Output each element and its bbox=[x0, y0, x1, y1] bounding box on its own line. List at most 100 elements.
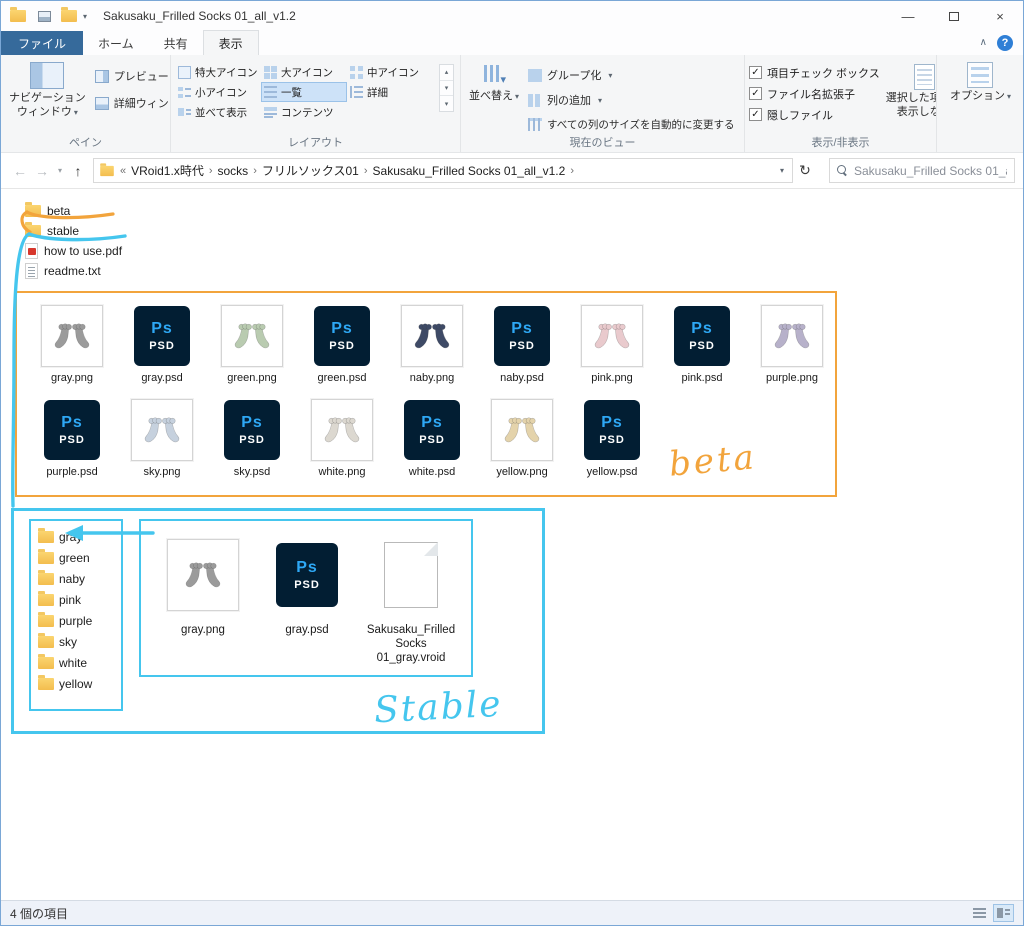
small-icons-icon bbox=[178, 86, 191, 99]
gallery-more-icon[interactable]: ▾ bbox=[440, 96, 453, 111]
file-name: yellow.png bbox=[496, 466, 547, 479]
details-pane-button[interactable]: 詳細ウィンドウ bbox=[92, 94, 171, 112]
photoshop-psd-glyph: PSD bbox=[419, 434, 445, 446]
file-tile[interactable]: naby.png bbox=[387, 303, 477, 385]
file-name: Sakusaku_Frilled Socks 01_gray.vroid bbox=[361, 623, 461, 665]
file-name: pink.png bbox=[591, 372, 633, 385]
gallery-scroll-up-icon[interactable]: ▴ bbox=[440, 65, 453, 81]
sort-by-button[interactable]: 並べ替え▾ bbox=[465, 60, 523, 133]
minimize-button[interactable]: — bbox=[885, 1, 931, 31]
forward-button[interactable]: → bbox=[31, 163, 53, 179]
layout-content[interactable]: コンテンツ bbox=[261, 102, 347, 122]
breadcrumb-chevron-icon[interactable]: › bbox=[359, 165, 373, 177]
hidden-items-checkbox[interactable]: ✓隠しファイル bbox=[749, 106, 880, 123]
file-tile[interactable]: PsPSDgray.psd bbox=[117, 303, 207, 385]
file-tile[interactable]: PsPSDgray.psd bbox=[255, 529, 359, 675]
file-tile[interactable]: gray.png bbox=[151, 529, 255, 675]
file-list-item[interactable]: stable bbox=[25, 221, 122, 241]
breadcrumb-item[interactable]: socks bbox=[218, 164, 249, 178]
file-list-item[interactable]: how to use.pdf bbox=[25, 241, 122, 261]
file-list-item[interactable]: readme.txt bbox=[25, 261, 122, 281]
folder-list-item[interactable]: sky bbox=[38, 631, 121, 652]
folder-list-item[interactable]: naby bbox=[38, 568, 121, 589]
file-tile[interactable]: PsPSDwhite.psd bbox=[387, 397, 477, 479]
details-view-toggle[interactable] bbox=[969, 904, 990, 922]
qat-icon-1[interactable] bbox=[38, 11, 51, 22]
layout-extra-large-icons[interactable]: 特大アイコン bbox=[175, 62, 261, 82]
photoshop-ps-glyph: Ps bbox=[601, 414, 623, 432]
folder-list-item[interactable]: green bbox=[38, 547, 121, 568]
group-by-button[interactable]: グループ化▾ bbox=[525, 66, 738, 84]
file-tile[interactable]: PsPSDpurple.psd bbox=[27, 397, 117, 479]
png-thumbnail bbox=[167, 539, 239, 611]
options-button[interactable]: オプション▾ bbox=[946, 60, 1015, 106]
folder-list-item[interactable]: gray bbox=[38, 526, 121, 547]
ribbon-tab-bar: ファイル ホーム 共有 表示 ∧ ? bbox=[1, 31, 1023, 55]
file-name: gray.png bbox=[51, 372, 93, 385]
size-all-columns-button[interactable]: すべての列のサイズを自動的に変更する bbox=[525, 116, 738, 133]
folder-icon bbox=[25, 205, 41, 217]
layout-list[interactable]: 一覧 bbox=[261, 82, 347, 102]
ribbon-collapse-icon[interactable]: ∧ bbox=[980, 37, 987, 48]
file-tile[interactable]: sky.png bbox=[117, 397, 207, 479]
file-tile[interactable]: PsPSDpink.psd bbox=[657, 303, 747, 385]
file-tile[interactable]: purple.png bbox=[747, 303, 837, 385]
tab-share[interactable]: 共有 bbox=[149, 31, 203, 55]
breadcrumb-chevron-icon[interactable]: › bbox=[565, 165, 579, 177]
tab-view[interactable]: 表示 bbox=[203, 30, 259, 55]
search-box[interactable]: Sakusaku_Frilled Socks 01_all... bbox=[829, 158, 1015, 183]
layout-small-icons[interactable]: 小アイコン bbox=[175, 82, 261, 102]
item-check-boxes-checkbox[interactable]: ✓項目チェック ボックス bbox=[749, 64, 880, 81]
file-name: yellow.psd bbox=[587, 466, 638, 479]
file-name-extensions-checkbox[interactable]: ✓ファイル名拡張子 bbox=[749, 85, 880, 102]
folder-list-item[interactable]: pink bbox=[38, 589, 121, 610]
preview-pane-button[interactable]: プレビュー ウィンドウ bbox=[92, 67, 171, 85]
layout-large-icons[interactable]: 大アイコン bbox=[261, 62, 347, 82]
refresh-button[interactable]: ↻ bbox=[793, 162, 817, 179]
thumbnail-wrap: PsPSD bbox=[44, 397, 100, 463]
file-tile[interactable]: PsPSDyellow.psd bbox=[567, 397, 657, 479]
folder-list-item[interactable]: yellow bbox=[38, 673, 121, 694]
tab-home[interactable]: ホーム bbox=[83, 31, 149, 55]
layout-medium-icons[interactable]: 中アイコン bbox=[347, 62, 433, 82]
file-tile[interactable]: gray.png bbox=[27, 303, 117, 385]
file-tile[interactable]: PsPSDsky.psd bbox=[207, 397, 297, 479]
file-tile[interactable]: green.png bbox=[207, 303, 297, 385]
recent-locations-dropdown-icon[interactable]: ▾ bbox=[53, 166, 67, 175]
address-dropdown-icon[interactable]: ▾ bbox=[777, 166, 787, 175]
back-button[interactable]: ← bbox=[9, 163, 31, 179]
navigation-pane-button[interactable]: ナビゲーションウィンドウ▾ bbox=[5, 60, 90, 122]
gallery-scroll-down-icon[interactable]: ▾ bbox=[440, 81, 453, 97]
add-columns-button[interactable]: 列の追加▾ bbox=[525, 91, 738, 109]
file-tile[interactable]: Sakusaku_Frilled Socks 01_gray.vroid bbox=[359, 529, 463, 675]
file-name: readme.txt bbox=[44, 264, 101, 278]
breadcrumb-item[interactable]: フリルソックス01 bbox=[262, 162, 359, 179]
hide-selected-items-button[interactable]: 選択した項目を表示しない bbox=[882, 62, 937, 123]
help-button[interactable]: ? bbox=[997, 35, 1013, 51]
qat-dropdown-icon[interactable]: ▾ bbox=[83, 12, 87, 21]
folder-list-item[interactable]: purple bbox=[38, 610, 121, 631]
thumbnail-view-toggle[interactable] bbox=[993, 904, 1014, 922]
file-tile[interactable]: yellow.png bbox=[477, 397, 567, 479]
breadcrumb-overflow-icon[interactable]: « bbox=[115, 165, 131, 177]
breadcrumb-item[interactable]: VRoid1.x時代 bbox=[131, 162, 204, 179]
folder-name: naby bbox=[59, 572, 85, 586]
folder-list-item[interactable]: white bbox=[38, 652, 121, 673]
up-button[interactable]: ↑ bbox=[67, 163, 89, 179]
tab-file[interactable]: ファイル bbox=[1, 31, 83, 55]
file-tile[interactable]: pink.png bbox=[567, 303, 657, 385]
qat-icon-2[interactable] bbox=[61, 10, 77, 22]
close-button[interactable]: × bbox=[977, 1, 1023, 31]
maximize-button[interactable] bbox=[931, 1, 977, 31]
layout-details[interactable]: 詳細 bbox=[347, 82, 433, 102]
breadcrumb-item[interactable]: Sakusaku_Frilled Socks 01_all_v1.2 bbox=[373, 164, 566, 178]
file-tile[interactable]: PsPSDgreen.psd bbox=[297, 303, 387, 385]
breadcrumb-chevron-icon[interactable]: › bbox=[204, 165, 218, 177]
file-tile[interactable]: PsPSDnaby.psd bbox=[477, 303, 567, 385]
breadcrumb[interactable]: « VRoid1.x時代›socks›フリルソックス01›Sakusaku_Fr… bbox=[93, 158, 793, 183]
breadcrumb-chevron-icon[interactable]: › bbox=[248, 165, 262, 177]
layout-tiles[interactable]: 並べて表示 bbox=[175, 102, 261, 122]
file-tile[interactable]: white.png bbox=[297, 397, 387, 479]
file-list-item[interactable]: beta bbox=[25, 201, 122, 221]
file-name: green.png bbox=[227, 372, 277, 385]
